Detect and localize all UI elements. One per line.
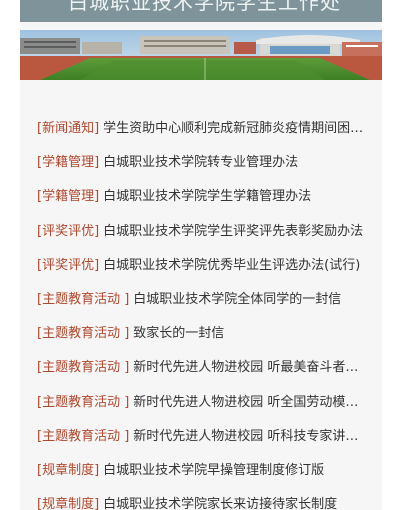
campus-banner-image (20, 30, 382, 80)
list-item[interactable]: [主题教育活动 ] 致家长的一封信 (20, 317, 382, 351)
list-item[interactable]: [主题教育活动 ]新时代先进人物进校园 听最美奋斗者讲述奋斗故事 (20, 351, 382, 385)
category-label[interactable]: [主题教育活动 ] (37, 359, 129, 377)
list-item[interactable]: [学籍管理] 白城职业技术学院转专业管理办法 (20, 146, 382, 180)
category-label[interactable]: [学籍管理] (37, 154, 99, 172)
list-item[interactable]: [主题教育活动 ]新时代先进人物进校园 听科技专家讲述科研故事 (20, 420, 382, 454)
category-label[interactable]: [新闻通知] (37, 120, 99, 138)
news-title-link[interactable]: 白城职业技术学院家长来访接待家长制度 (103, 496, 364, 510)
category-label[interactable]: [评奖评优] (37, 257, 99, 275)
category-label[interactable]: [规章制度] (37, 462, 99, 480)
list-item[interactable]: [规章制度] 白城职业技术学院家长来访接待家长制度 (20, 488, 382, 510)
category-label[interactable]: [主题教育活动 ] (37, 394, 129, 412)
content-panel: 白城职业技术学院学生工作处 [新闻通知] 学生资助中心顺利完成新冠肺炎疫情期间困… (20, 0, 382, 510)
news-title-link[interactable]: 学生资助中心顺利完成新冠肺炎疫情期间困难学生补助发放工作 (103, 120, 364, 138)
category-label[interactable]: [主题教育活动 ] (37, 428, 129, 446)
site-title: 白城职业技术学院学生工作处 (68, 0, 341, 14)
list-item[interactable]: [评奖评优] 白城职业技术学院优秀毕业生评选办法(试行) (20, 249, 382, 283)
news-title-link[interactable]: 新时代先进人物进校园 听科技专家讲述科研故事 (133, 428, 364, 446)
list-item[interactable]: [新闻通知]学生资助中心顺利完成新冠肺炎疫情期间困难学生补助发放工作 (20, 112, 382, 146)
news-title-link[interactable]: 白城职业技术学院转专业管理办法 (103, 154, 364, 172)
category-label[interactable]: [评奖评优] (37, 223, 99, 241)
news-title-link[interactable]: 白城职业技术学院优秀毕业生评选办法(试行) (103, 257, 364, 275)
list-item[interactable]: [规章制度] 白城职业技术学院早操管理制度修订版 (20, 454, 382, 488)
category-label[interactable]: [主题教育活动 ] (37, 291, 129, 309)
news-title-link[interactable]: 白城职业技术学院全体同学的一封信 (133, 291, 364, 309)
news-title-link[interactable]: 新时代先进人物进校园 听最美奋斗者讲述奋斗故事 (133, 359, 364, 377)
category-label[interactable]: [学籍管理] (37, 188, 99, 206)
news-title-link[interactable]: 致家长的一封信 (133, 325, 364, 343)
news-title-link[interactable]: 白城职业技术学院学生学籍管理办法 (103, 188, 364, 206)
list-item[interactable]: [主题教育活动 ] 白城职业技术学院全体同学的一封信 (20, 283, 382, 317)
category-label[interactable]: [规章制度] (37, 496, 99, 510)
news-title-link[interactable]: 白城职业技术学院早操管理制度修订版 (103, 462, 364, 480)
list-item[interactable]: [评奖评优] 白城职业技术学院学生评奖评先表彰奖励办法 (20, 215, 382, 249)
list-item[interactable]: [主题教育活动 ]新时代先进人物进校园 听全国劳动模范讲述劳动故事 (20, 386, 382, 420)
news-title-link[interactable]: 白城职业技术学院学生评奖评先表彰奖励办法 (103, 223, 364, 241)
list-item[interactable]: [学籍管理] 白城职业技术学院学生学籍管理办法 (20, 180, 382, 214)
news-list: [新闻通知]学生资助中心顺利完成新冠肺炎疫情期间困难学生补助发放工作 [学籍管理… (20, 112, 382, 510)
category-label[interactable]: [主题教育活动 ] (37, 325, 129, 343)
news-title-link[interactable]: 新时代先进人物进校园 听全国劳动模范讲述劳动故事 (133, 394, 364, 412)
header-bar: 白城职业技术学院学生工作处 (20, 0, 382, 22)
